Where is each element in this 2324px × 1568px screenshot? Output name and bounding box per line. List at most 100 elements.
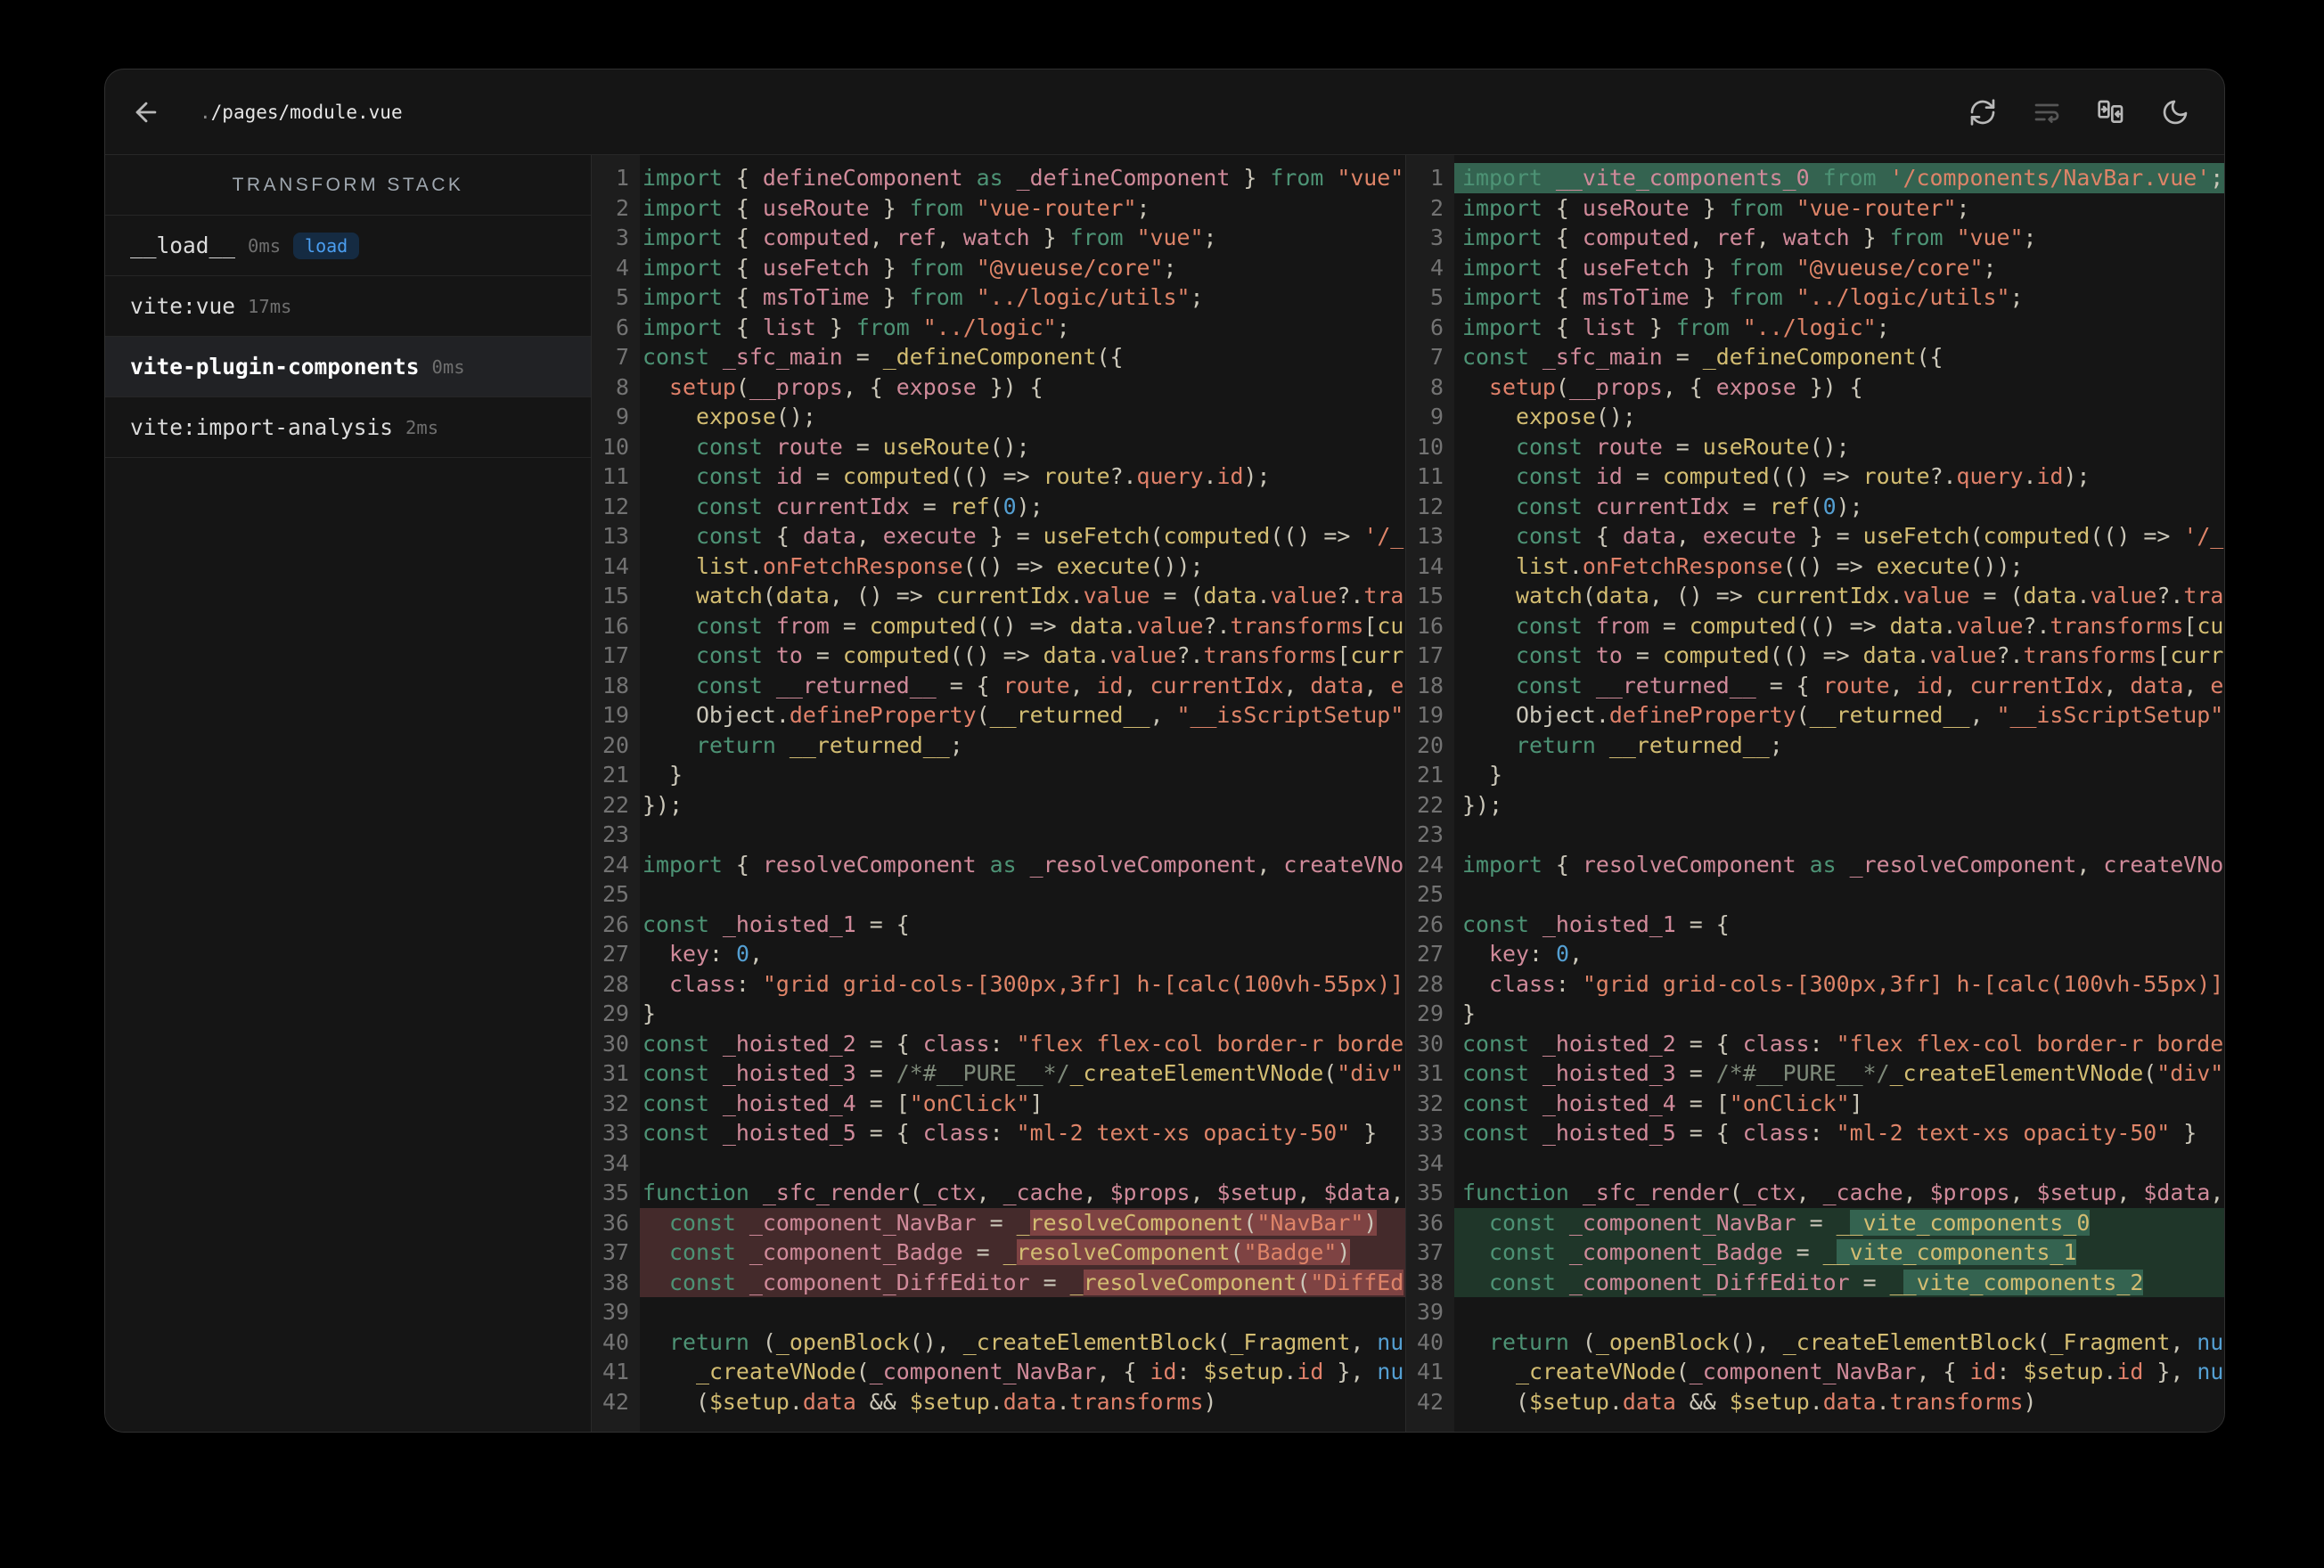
code-line-left-26: const _hoisted_1 = { xyxy=(640,910,1405,940)
token: id xyxy=(1216,463,1244,489)
code-line-left-30: const _hoisted_2 = { class: "flex flex-c… xyxy=(640,1029,1405,1059)
sidebar-item-vite-vue[interactable]: vite:vue 17ms xyxy=(105,276,591,337)
token: : xyxy=(735,970,763,997)
line-number: 21 xyxy=(1417,762,1444,788)
token: route xyxy=(1043,463,1110,489)
token: _hoisted_3 xyxy=(722,1060,856,1086)
token: to xyxy=(775,642,803,668)
code-line-left-37: const _component_Badge = _resolveCompone… xyxy=(640,1237,1405,1268)
token: _defineComponent xyxy=(882,344,1097,370)
token: "div" xyxy=(2156,1060,2224,1086)
token: , xyxy=(1297,1180,1324,1205)
token: __props xyxy=(749,373,843,400)
token: = { xyxy=(1675,1120,1743,1146)
line-number: 23 xyxy=(1417,821,1444,847)
token: , xyxy=(1083,1180,1110,1205)
token: query xyxy=(1956,463,2024,489)
code-line-right-16: const from = computed(() => data.value?.… xyxy=(1454,611,2224,641)
token: 0 xyxy=(1002,493,1017,519)
token: { xyxy=(735,254,763,281)
line-number: 29 xyxy=(1417,1000,1444,1026)
token: watch xyxy=(962,225,1030,250)
code-line-left-4: import { useFetch } from "@vueuse/core"; xyxy=(640,253,1405,283)
token: useRoute xyxy=(762,194,870,221)
line-number: 23 xyxy=(602,821,629,847)
code-pane-after[interactable]: import __vite_components_0 from '/compon… xyxy=(1454,155,2224,1432)
token: "vue" xyxy=(1136,225,1204,250)
page-title: ./pages/module.vue xyxy=(200,102,403,123)
token: , xyxy=(2170,1328,2197,1355)
line-number: 38 xyxy=(1417,1269,1444,1295)
token: __returned__ xyxy=(775,672,937,698)
token: nu xyxy=(1377,1359,1404,1384)
code-line-left-41: _createVNode(_component_NavBar, { id: $s… xyxy=(640,1357,1405,1387)
token: ( xyxy=(1150,523,1164,549)
token: useRoute xyxy=(882,433,990,460)
token: "ml-2 text-xs opacity-50" xyxy=(1016,1120,1351,1146)
line-number: 3 xyxy=(616,225,629,250)
code-pane-before[interactable]: import { defineComponent as _defineCompo… xyxy=(640,155,1406,1432)
token: currentIdx xyxy=(1150,672,1284,698)
token: from xyxy=(1270,165,1338,191)
line-number: 27 xyxy=(602,941,629,967)
line-number: 30 xyxy=(602,1030,629,1057)
token: const xyxy=(695,642,776,668)
token: . xyxy=(1568,552,1583,579)
token: . xyxy=(2023,463,2037,489)
token: computed xyxy=(842,642,950,668)
line-number: 30 xyxy=(1417,1030,1444,1057)
code-line-right-22: }); xyxy=(1454,790,2224,821)
main-area: TRANSFORM STACK __load__ 0ms load vite:vue 1… xyxy=(105,155,2224,1432)
code-line-right-30: const _hoisted_2 = { class: "flex flex-c… xyxy=(1454,1029,2224,1059)
token: , xyxy=(2210,1180,2224,1205)
sidebar-items: __load__ 0ms load vite:vue 17ms vite-plugin-c… xyxy=(105,216,591,458)
token: __props xyxy=(1568,373,1663,400)
sidebar-item-vite-plugin-components[interactable]: vite-plugin-components 0ms xyxy=(105,337,591,397)
token: const xyxy=(695,672,776,698)
code-line-right-2: import { useRoute } from "vue-router"; xyxy=(1454,193,2224,224)
token: , xyxy=(2076,851,2104,878)
line-number: 36 xyxy=(602,1209,629,1236)
token: "../logic/utils" xyxy=(976,284,1191,310)
token: , xyxy=(1283,672,1311,698)
line-number: 9 xyxy=(616,404,629,429)
token: ; xyxy=(1190,284,1204,310)
token: useFetch xyxy=(762,254,870,281)
moon-icon[interactable] xyxy=(2160,97,2190,127)
token: const xyxy=(1515,523,1596,549)
token: }, xyxy=(2143,1359,2197,1384)
back-button[interactable] xyxy=(127,93,166,132)
token: . xyxy=(749,552,763,579)
code-line-left-6: import { list } from "../logic"; xyxy=(640,313,1405,343)
token: import xyxy=(1462,254,1556,281)
token: const xyxy=(1515,642,1596,668)
token: import xyxy=(642,314,736,340)
token: ( xyxy=(1729,1180,1743,1205)
token: const xyxy=(642,1030,723,1057)
token: const xyxy=(1515,612,1596,639)
sidebar-item-vite-import-analysis[interactable]: vite:import-analysis 2ms xyxy=(105,397,591,458)
token: value xyxy=(1136,612,1204,639)
token: ({ xyxy=(1916,344,1943,370)
token: class xyxy=(668,970,736,997)
code-line-right-5: import { msToTime } from "../logic/utils… xyxy=(1454,282,2224,313)
token: ?. xyxy=(2023,612,2050,639)
code-line-right-1: import __vite_components_0 from '/compon… xyxy=(1454,163,2224,193)
token: (), xyxy=(909,1328,963,1355)
token: useRoute xyxy=(1702,433,1810,460)
token: import xyxy=(642,194,736,221)
token: "@vueuse/core" xyxy=(976,254,1164,281)
wrap-text-icon[interactable] xyxy=(2032,97,2062,127)
sidebar-item--load-[interactable]: __load__ 0ms load xyxy=(105,216,591,276)
code-line-left-38: const _component_DiffEditor = _resolveCo… xyxy=(640,1267,1405,1297)
refresh-icon[interactable] xyxy=(1968,97,1998,127)
token: execute xyxy=(1876,552,1970,579)
diff-panels-icon[interactable] xyxy=(2096,97,2126,127)
token: import xyxy=(642,254,736,281)
code-line-right-36: const _component_NavBar = __vite_compone… xyxy=(1454,1207,2224,1237)
code-line-left-13: const { data, execute } = useFetch(compu… xyxy=(640,521,1405,551)
